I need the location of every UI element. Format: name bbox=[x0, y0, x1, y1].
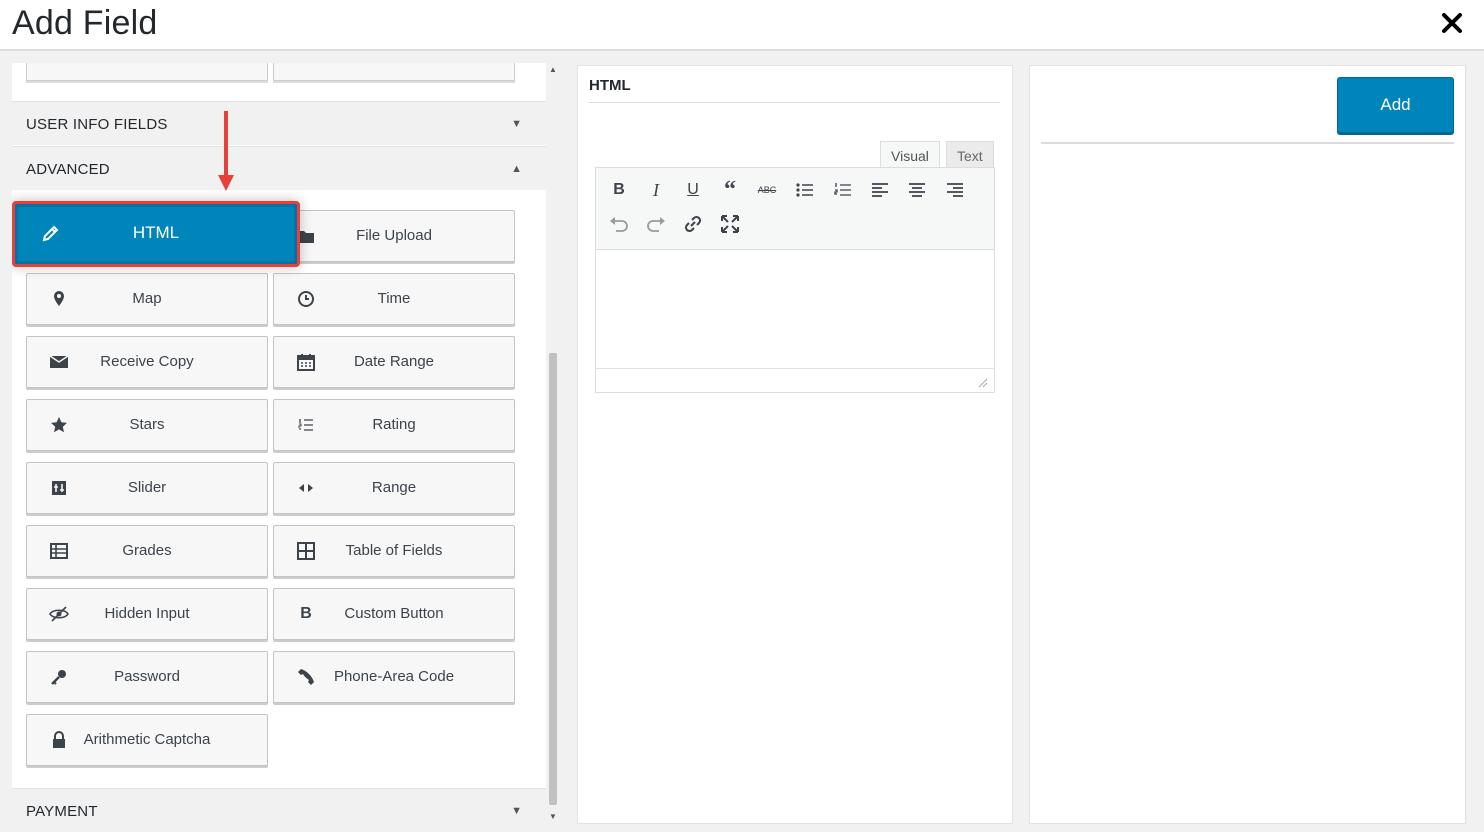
field-label: Password bbox=[114, 668, 180, 685]
field-label: Rating bbox=[372, 416, 416, 433]
field-label: File Upload bbox=[356, 227, 432, 244]
strikethrough-icon[interactable]: ABC bbox=[755, 178, 779, 202]
field-button-rating[interactable]: Rating bbox=[273, 399, 515, 451]
field-button-file-upload[interactable]: File Upload bbox=[273, 210, 515, 262]
bullet-list-icon[interactable] bbox=[793, 178, 817, 202]
undo-icon[interactable] bbox=[607, 212, 631, 236]
annotation-arrow bbox=[218, 111, 234, 191]
field-label: Phone-Area Code bbox=[333, 668, 455, 685]
caret-down-icon: ▼ bbox=[511, 118, 522, 130]
caret-up-icon: ▲ bbox=[511, 163, 522, 175]
align-center-icon[interactable] bbox=[905, 178, 929, 202]
link-icon[interactable] bbox=[681, 212, 705, 236]
field-label: HTML bbox=[132, 223, 180, 242]
field-button-phone-area-code[interactable]: Phone-Area Code bbox=[273, 651, 515, 703]
field-button-custom-button[interactable]: B Custom Button bbox=[273, 588, 515, 640]
divider bbox=[1041, 142, 1454, 144]
field-label: Hidden Input bbox=[104, 605, 190, 622]
field-button-map[interactable]: Map bbox=[26, 273, 268, 325]
section-advanced[interactable]: ADVANCED ▲ bbox=[12, 146, 546, 190]
field-settings-panel: HTML Visual Text B I U “ ABC bbox=[577, 65, 1013, 824]
modal-title: Add Field bbox=[12, 4, 158, 42]
section-label: PAYMENT bbox=[26, 803, 98, 820]
section-label: USER INFO FIELDS bbox=[26, 116, 168, 133]
field-label: Grades bbox=[122, 542, 172, 559]
divider bbox=[589, 102, 1000, 103]
add-field-modal: Add Field USER INFO FIELDS ▼ ADVANCED ▲ … bbox=[0, 0, 1484, 832]
rich-text-editor: B I U “ ABC bbox=[595, 167, 995, 393]
left-panel-scrollbar[interactable]: ▲ ▼ bbox=[546, 63, 560, 823]
field-button-stars[interactable]: Stars bbox=[26, 399, 268, 451]
tab-text[interactable]: Text bbox=[946, 141, 994, 167]
field-label: Map bbox=[132, 290, 162, 307]
italic-icon[interactable]: I bbox=[644, 178, 668, 202]
align-left-icon[interactable] bbox=[868, 178, 892, 202]
field-label: Time bbox=[377, 290, 411, 307]
field-label: Date Range bbox=[353, 353, 435, 370]
editor-content-area[interactable] bbox=[596, 251, 994, 368]
numbered-list-icon[interactable] bbox=[831, 178, 855, 202]
scroll-thumb[interactable] bbox=[549, 353, 557, 805]
caret-down-icon: ▼ bbox=[511, 805, 522, 817]
section-user-info-fields[interactable]: USER INFO FIELDS ▼ bbox=[12, 101, 546, 145]
bold-icon[interactable]: B bbox=[607, 178, 631, 202]
align-right-icon[interactable] bbox=[943, 178, 967, 202]
field-label: Table of Fields bbox=[345, 542, 443, 559]
add-button[interactable]: Add bbox=[1337, 77, 1454, 133]
field-label: Custom Button bbox=[344, 605, 444, 622]
underline-icon[interactable]: U bbox=[681, 178, 705, 202]
field-label: Receive Copy bbox=[100, 353, 194, 370]
partial-field-button[interactable] bbox=[26, 63, 268, 81]
field-button-range[interactable]: Range bbox=[273, 462, 515, 514]
field-button-arithmetic-captcha[interactable]: Arithmetic Captcha bbox=[26, 714, 268, 766]
close-button[interactable] bbox=[1438, 9, 1466, 37]
editor-toolbar: B I U “ ABC bbox=[596, 168, 994, 250]
field-button-time[interactable]: Time bbox=[273, 273, 515, 325]
redo-icon[interactable] bbox=[644, 212, 668, 236]
field-button-password[interactable]: Password bbox=[26, 651, 268, 703]
partial-field-button[interactable] bbox=[273, 63, 515, 81]
field-label: Stars bbox=[129, 416, 165, 433]
fullscreen-icon[interactable] bbox=[718, 212, 742, 236]
blockquote-icon[interactable]: “ bbox=[718, 177, 742, 203]
scroll-down-icon[interactable]: ▼ bbox=[549, 812, 557, 821]
close-icon bbox=[1442, 13, 1462, 33]
field-label: Slider bbox=[127, 479, 167, 496]
field-button-hidden-input[interactable]: Hidden Input bbox=[26, 588, 268, 640]
field-settings-title: HTML bbox=[589, 77, 631, 94]
field-label: Range bbox=[371, 479, 417, 496]
field-button-receive-copy[interactable]: Receive Copy bbox=[26, 336, 268, 388]
section-label: ADVANCED bbox=[26, 161, 110, 178]
editor-status-bar bbox=[596, 368, 994, 392]
field-button-table-of-fields[interactable]: Table of Fields bbox=[273, 525, 515, 577]
modal-header: Add Field bbox=[0, 0, 1484, 51]
field-label: Arithmetic Captcha bbox=[83, 731, 211, 748]
field-list-panel: USER INFO FIELDS ▼ ADVANCED ▲ File Uploa… bbox=[12, 63, 546, 832]
field-button-html[interactable]: HTML bbox=[12, 201, 300, 267]
field-button-date-range[interactable]: Date Range bbox=[273, 336, 515, 388]
section-payment[interactable]: PAYMENT ▼ bbox=[12, 788, 546, 832]
actions-panel: Add bbox=[1029, 65, 1466, 824]
resize-handle-icon[interactable] bbox=[978, 378, 988, 388]
field-button-grades[interactable]: Grades bbox=[26, 525, 268, 577]
field-button-slider[interactable]: Slider bbox=[26, 462, 268, 514]
scroll-up-icon[interactable]: ▲ bbox=[549, 65, 557, 74]
tab-visual[interactable]: Visual bbox=[880, 141, 940, 167]
